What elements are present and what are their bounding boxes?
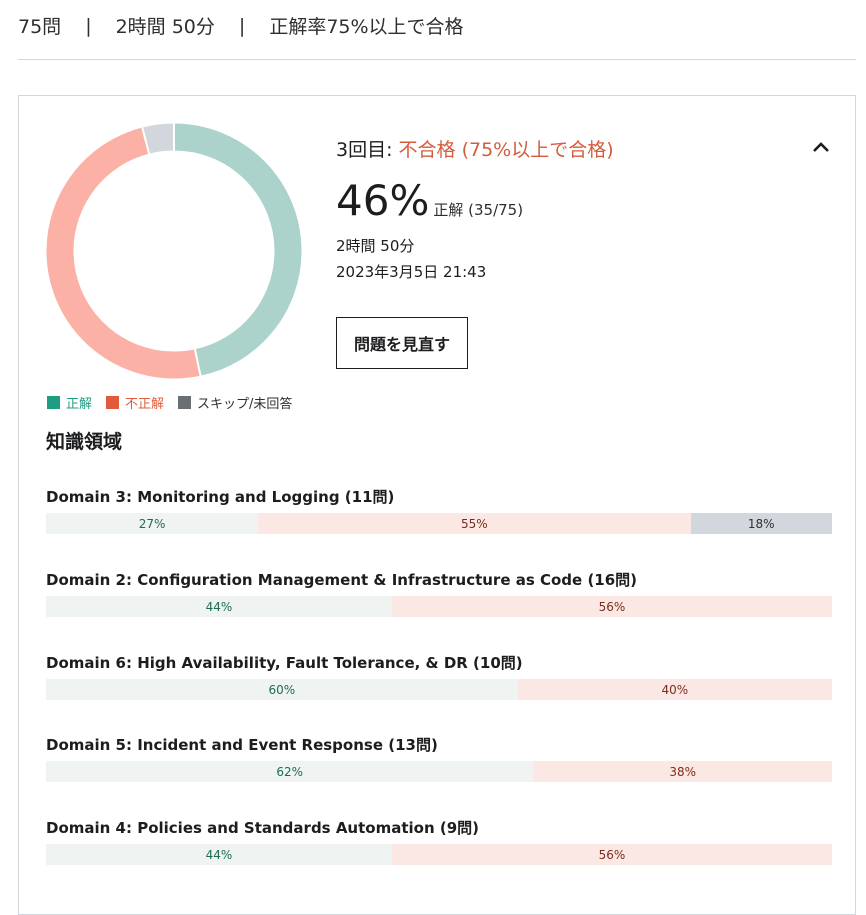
domain-name: Domain 3: Monitoring and Logging (11問) [46, 488, 395, 506]
legend-item: 正解 [47, 393, 92, 412]
legend-label: 正解 [66, 397, 93, 412]
legend-swatch [106, 396, 120, 409]
legend-swatch [178, 396, 192, 409]
domain-item: Domain 4: Policies and Standards Automat… [46, 817, 832, 865]
legend-swatch [47, 396, 60, 409]
exam-duration: 2時間 50分 [115, 16, 215, 38]
bar-segment-correct: 44% [46, 596, 392, 617]
bar-segment-incorrect: 40% [517, 679, 832, 700]
score-percent: 46% [336, 176, 430, 225]
separator: | [238, 14, 246, 37]
domain-name: Domain 4: Policies and Standards Automat… [46, 819, 480, 837]
bar-segment-incorrect: 55% [258, 513, 691, 534]
domain-item: Domain 6: High Availability, Fault Toler… [46, 652, 832, 700]
score: 46% 正解 (35/75) [336, 176, 523, 225]
pass-rule: 正解率75%以上で合格 [269, 16, 464, 38]
bar-segment-incorrect: 56% [391, 844, 832, 865]
bar-segment-incorrect: 56% [391, 596, 832, 617]
attempt-status: 3回目: 不合格 (75%以上で合格) [336, 135, 614, 162]
legend-item: スキップ/未回答 [178, 393, 292, 412]
correct-count: 正解 (35/75) [433, 201, 524, 219]
donut-legend: 正解 不正解 スキップ/未回答 [47, 393, 306, 412]
domain-item: Domain 5: Incident and Event Response (1… [46, 734, 832, 782]
exam-summary: 75問 | 2時間 50分 | 正解率75%以上で合格 [18, 12, 464, 39]
bar-segment-skipped: 18% [690, 513, 832, 534]
attempt-datetime: 2023年3月5日 21:43 [336, 263, 487, 281]
divider [18, 59, 856, 60]
domain-score-bar: 62% 38% [46, 761, 832, 782]
fail-status: 不合格 (75%以上で合格) [398, 139, 614, 161]
domain-score-bar: 44% 56% [46, 596, 832, 617]
bar-segment-correct: 62% [46, 761, 534, 782]
separator: | [85, 14, 92, 37]
domain-item: Domain 2: Configuration Management & Inf… [46, 569, 832, 617]
result-donut-chart [46, 123, 302, 379]
bar-segment-incorrect: 38% [533, 761, 832, 782]
domain-score-bar: 44% 56% [46, 844, 832, 865]
bar-segment-correct: 27% [46, 513, 259, 534]
bar-segment-correct: 60% [46, 679, 518, 700]
attempt-result-card: 正解 不正解 スキップ/未回答 3回目: 不合格 (75%以上で合格) 46% 正解… [18, 95, 856, 915]
question-count: 75問 [18, 16, 62, 38]
legend-item: 不正解 [106, 393, 164, 412]
legend-label: スキップ/未回答 [197, 397, 293, 412]
domain-name: Domain 6: High Availability, Fault Toler… [46, 654, 523, 672]
legend-label: 不正解 [125, 397, 165, 412]
domain-score-bar: 60% 40% [46, 679, 832, 700]
domain-item: Domain 3: Monitoring and Logging (11問) 27… [46, 486, 832, 534]
attempt-duration: 2時間 50分 [336, 237, 415, 255]
domain-name: Domain 2: Configuration Management & Inf… [46, 571, 638, 589]
attempt-label: 3回目: [336, 139, 393, 161]
domain-name: Domain 5: Incident and Event Response (1… [46, 736, 438, 754]
knowledge-areas-title: 知識領域 [46, 431, 123, 453]
domain-score-bar: 27% 55% 18% [46, 513, 832, 534]
review-questions-button[interactable]: 問題を見直す [336, 317, 468, 369]
chevron-up-icon[interactable] [811, 139, 831, 155]
bar-segment-correct: 44% [46, 844, 392, 865]
